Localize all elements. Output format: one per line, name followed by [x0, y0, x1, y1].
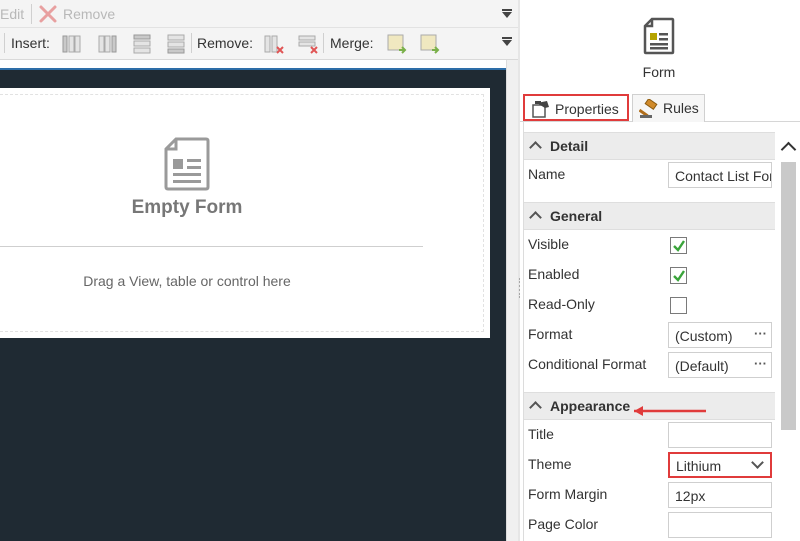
conditional-format-ellipsis-button[interactable]: ··· [754, 356, 767, 371]
prop-row-form-margin: Form Margin 12px [524, 480, 775, 510]
insert-label: Insert: [11, 35, 50, 51]
section-appearance-label: Appearance [550, 398, 631, 414]
annotation-arrow-icon [634, 406, 706, 416]
format-value: (Custom) [675, 328, 733, 344]
theme-select[interactable]: Lithium [668, 452, 772, 478]
collapse-caret-icon [529, 401, 542, 414]
prop-row-page-color: Page Color [524, 510, 775, 540]
divider [0, 246, 423, 247]
empty-form-title: Empty Form [131, 197, 243, 218]
prop-label-form-margin: Form Margin [528, 486, 608, 502]
insert-column-right-icon[interactable] [96, 32, 120, 56]
toolbar-separator [191, 33, 192, 53]
remove-button[interactable]: Remove [63, 6, 115, 22]
prop-row-title: Title [524, 420, 775, 450]
form-document-icon [164, 137, 210, 191]
remove-label: Remove: [197, 35, 254, 51]
format-field[interactable]: (Custom) ··· [668, 322, 772, 348]
properties-scrollbar[interactable] [776, 122, 800, 541]
prop-label-name: Name [528, 166, 566, 182]
gavel-icon [639, 99, 658, 118]
canvas-scrollbar[interactable] [506, 60, 518, 541]
form-margin-field[interactable]: 12px [668, 482, 772, 508]
prop-row-format: Format (Custom) ··· [524, 320, 775, 350]
edit-button[interactable]: Edit [0, 6, 24, 22]
readonly-checkbox[interactable] [670, 297, 687, 314]
section-general-label: General [550, 208, 603, 224]
merge-cells-down-icon[interactable] [418, 32, 442, 56]
remove-x-icon[interactable] [37, 3, 59, 25]
insert-column-left-icon[interactable] [60, 32, 84, 56]
panel-header: Form [520, 0, 800, 92]
checkmark-icon [673, 240, 685, 252]
section-general-header[interactable]: General [524, 202, 775, 230]
panel-tabs: Properties Rules [520, 92, 800, 122]
insert-row-below-icon[interactable] [164, 32, 188, 56]
remove-row-icon[interactable] [296, 32, 320, 56]
section-detail-label: Detail [550, 138, 589, 154]
chevron-down-icon [751, 456, 764, 469]
prop-label-title: Title [528, 426, 554, 442]
tab-rules[interactable]: Rules [632, 94, 705, 122]
section-detail-header[interactable]: Detail [524, 132, 775, 160]
prop-row-theme: Theme Lithium [524, 450, 775, 480]
enabled-checkbox[interactable] [670, 267, 687, 284]
form-icon [643, 17, 675, 55]
page-color-field[interactable] [668, 512, 772, 538]
form-designer: Edit Remove Insert: Remove: Merge: Empty… [0, 0, 518, 541]
toolbar-separator [323, 33, 324, 53]
prop-label-readonly: Read-Only [528, 296, 595, 312]
property-grid: Detail Name Contact List Form General Vi… [523, 122, 775, 541]
insert-row-above-icon[interactable] [130, 32, 154, 56]
collapse-caret-icon [529, 141, 542, 154]
conditional-format-field[interactable]: (Default) ··· [668, 352, 772, 378]
scroll-up-icon[interactable] [780, 141, 797, 158]
drag-hint-text: Drag a View, table or control here [83, 273, 291, 289]
toolbar-separator [4, 33, 5, 53]
properties-icon [532, 101, 549, 118]
toolbar-row-2: Insert: Remove: Merge: [0, 28, 518, 60]
prop-label-enabled: Enabled [528, 266, 580, 282]
merge-label: Merge: [330, 35, 374, 51]
toolbar-collapse-icon[interactable] [502, 9, 512, 18]
tab-rules-label: Rules [663, 100, 699, 116]
prop-label-page-color: Page Color [528, 516, 599, 532]
title-field[interactable] [668, 422, 772, 448]
tab-properties[interactable]: Properties [523, 94, 629, 121]
prop-row-enabled: Enabled [524, 260, 775, 290]
merge-cells-icon[interactable] [385, 32, 409, 56]
conditional-format-value: (Default) [675, 358, 729, 374]
prop-row-name: Name Contact List Form [524, 160, 775, 190]
toolbar-row-1: Edit Remove [0, 0, 518, 28]
prop-label-visible: Visible [528, 236, 569, 252]
prop-label-format: Format [528, 326, 573, 342]
format-ellipsis-button[interactable]: ··· [754, 326, 767, 341]
prop-row-visible: Visible [524, 230, 775, 260]
toolbar-collapse-icon[interactable] [502, 37, 512, 46]
prop-row-readonly: Read-Only [524, 290, 775, 320]
name-field[interactable]: Contact List Form [668, 162, 772, 188]
visible-checkbox[interactable] [670, 237, 687, 254]
theme-value: Lithium [676, 458, 722, 474]
prop-label-conditional-format: Conditional Format [528, 356, 647, 372]
prop-row-conditional-format: Conditional Format (Default) ··· [524, 350, 775, 380]
toolbar-separator [31, 4, 32, 24]
collapse-caret-icon [529, 211, 542, 224]
tab-properties-label: Properties [555, 101, 619, 117]
properties-panel: Form Properties Rules Detail Name Contac… [520, 0, 800, 541]
scrollbar-thumb[interactable] [781, 162, 796, 430]
remove-column-icon[interactable] [262, 32, 286, 56]
panel-title: Form [642, 64, 676, 80]
prop-label-theme: Theme [528, 456, 572, 472]
checkmark-icon [673, 270, 685, 282]
